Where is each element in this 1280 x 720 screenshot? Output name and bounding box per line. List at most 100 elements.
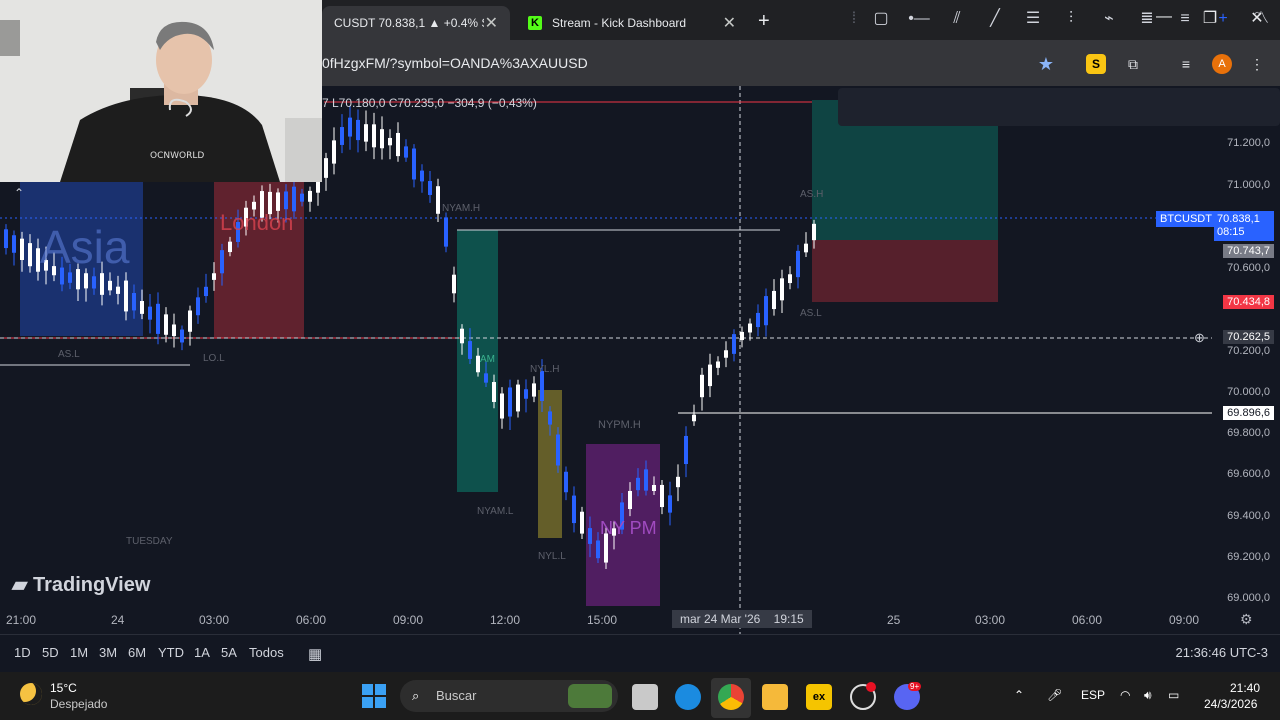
bookmark-star-icon[interactable]: ★ — [1036, 54, 1056, 74]
path-tool-icon[interactable]: ⌁ — [1097, 8, 1121, 30]
candle-body — [220, 250, 224, 274]
drag-handle-icon[interactable]: ⁞ — [842, 8, 866, 30]
candle-body — [84, 273, 88, 289]
price-tick: 70.200,0 — [1227, 345, 1270, 357]
parallel-channel-tool-icon[interactable]: ⫽ — [945, 8, 969, 30]
taskbar-search[interactable]: ⌕ Buscar — [400, 680, 618, 712]
cursor-time: 19:15 — [773, 612, 804, 626]
nypm-h-label: NYPM.H — [598, 419, 641, 431]
as-l2-label: AS.L — [800, 308, 822, 319]
battery-icon[interactable]: ▭ — [1168, 688, 1179, 702]
tab-kick[interactable]: K Stream - Kick Dashboard ✕ — [516, 6, 748, 40]
weather-moon-icon[interactable] — [20, 683, 42, 705]
price-tick: 69.200,0 — [1227, 551, 1270, 563]
candle-body — [596, 540, 600, 559]
timeframe-ytd[interactable]: YTD — [158, 645, 184, 660]
candle-body — [756, 312, 760, 328]
new-tab-icon[interactable]: + — [758, 10, 770, 33]
time-tick: 09:00 — [1169, 613, 1200, 627]
menu-dots-icon[interactable]: ⋮ — [1247, 54, 1267, 74]
chart-clock[interactable]: 21:36:46 UTC-3 — [1176, 645, 1269, 660]
candle-body — [636, 477, 640, 491]
windows-start-icon[interactable] — [362, 684, 386, 708]
candle-body — [212, 273, 216, 280]
add-alert-plus-icon[interactable]: ⊕ — [1194, 330, 1205, 346]
task-view-icon[interactable] — [632, 684, 658, 710]
nyam-h-label: NYAM.H — [442, 203, 481, 214]
timeframe-3m[interactable]: 3M — [99, 645, 117, 660]
candle-body — [12, 235, 16, 253]
candle-body — [20, 238, 24, 260]
file-explorer-icon[interactable] — [762, 684, 788, 710]
extension-s-icon[interactable]: S — [1086, 54, 1106, 74]
wifi-icon[interactable]: ◠ — [1120, 688, 1130, 702]
candle-body — [740, 331, 744, 341]
fib-retracement-tool-icon[interactable]: ☰ — [1021, 8, 1045, 30]
price-tick: 71.000,0 — [1227, 179, 1270, 191]
candle-body — [652, 484, 656, 492]
time-tick: 25 — [887, 613, 901, 627]
timeframe-6m[interactable]: 6M — [128, 645, 146, 660]
candle-body — [308, 190, 312, 202]
microphone-icon[interactable]: 🎤︎ — [1047, 688, 1062, 702]
timeframe-1a[interactable]: 1A — [194, 645, 210, 660]
gann-tool-icon[interactable]: ≣ — [1135, 8, 1159, 30]
collapse-chevron-up-icon[interactable]: ⌃ — [14, 186, 24, 200]
weather-temperature[interactable]: 15°C — [50, 681, 77, 695]
wave-tool-icon[interactable]: 〽 — [1249, 8, 1273, 30]
input-language[interactable]: ESP — [1081, 688, 1105, 702]
timeframe-1m[interactable]: 1M — [70, 645, 88, 660]
date-range-calendar-icon[interactable]: ▦ — [308, 645, 322, 663]
show-hidden-icons-chevron-icon[interactable]: ⌃ — [1014, 688, 1024, 702]
chart-settings-gear-icon[interactable]: ⚙ — [1240, 611, 1253, 628]
timeframe-5a[interactable]: 5A — [221, 645, 237, 660]
tradingview-logo: ▰ TradingView — [12, 572, 150, 597]
media-control-icon[interactable]: ≡ — [1176, 54, 1196, 74]
trend-line-tool-icon[interactable]: ╱ — [983, 8, 1007, 30]
price-tick: 69.800,0 — [1227, 427, 1270, 439]
weather-description[interactable]: Despejado — [50, 697, 107, 711]
chrome-icon[interactable] — [718, 684, 744, 710]
candle-body — [156, 303, 160, 334]
time-tick: 09:00 — [393, 613, 424, 627]
candle-body — [140, 300, 144, 314]
timeframe-1d[interactable]: 1D — [14, 645, 31, 660]
tab-tradingview[interactable]: CUSDT 70.838,1 ▲ +0.4% Sin ✕ — [322, 6, 510, 40]
time-tick: 06:00 — [1072, 613, 1103, 627]
candle-body — [660, 484, 664, 508]
candle-body — [364, 124, 368, 142]
search-placeholder: Buscar — [436, 688, 477, 703]
rectangle-tool-icon[interactable]: ▢ — [869, 8, 893, 30]
close-icon[interactable]: ✕ — [485, 13, 498, 33]
candle-body — [676, 476, 680, 488]
candle-body — [452, 274, 456, 294]
tradingview-wordmark: TradingView — [32, 574, 151, 596]
candle-body — [228, 241, 232, 253]
crosshair-tool-icon[interactable]: + — [1211, 8, 1235, 30]
fib-channel-tool-icon[interactable]: ≡ — [1173, 8, 1197, 30]
kick-logo-icon: K — [528, 16, 542, 30]
url-field[interactable]: 0fHzgxFM/?symbol=OANDA%3AXAUUSD — [322, 55, 588, 71]
pitchfork-tool-icon[interactable]: ⫶ — [1059, 8, 1083, 30]
volume-icon[interactable]: 🔊︎ — [1144, 688, 1152, 703]
horizontal-ray-tool-icon[interactable]: •— — [907, 8, 931, 30]
notification-dot-icon — [866, 682, 876, 692]
price-tag-white: 69.896,6 — [1223, 406, 1274, 420]
price-tag-2: 70.743,7 — [1223, 244, 1274, 258]
profile-avatar[interactable]: A — [1212, 54, 1232, 74]
timeframe-todos[interactable]: Todos — [249, 645, 284, 660]
candle-body — [692, 414, 696, 422]
candle-body — [324, 158, 328, 178]
candle-body — [404, 146, 408, 158]
ex-app-icon[interactable]: ex — [806, 684, 832, 710]
taskbar-date[interactable]: 24/3/2026 — [1204, 697, 1257, 711]
timeframe-5d[interactable]: 5D — [42, 645, 59, 660]
extensions-puzzle-icon[interactable]: ⧉ — [1123, 54, 1143, 74]
session-label-asia: Asia — [40, 221, 130, 273]
close-icon[interactable]: ✕ — [723, 13, 736, 33]
taskbar-time[interactable]: 21:40 — [1230, 681, 1260, 695]
last-price-tag: 70.838,1 08:15 — [1214, 211, 1274, 241]
session-label-london: London — [220, 210, 294, 235]
edge-icon[interactable] — [675, 684, 701, 710]
price-tick: 69.000,0 — [1227, 592, 1270, 604]
